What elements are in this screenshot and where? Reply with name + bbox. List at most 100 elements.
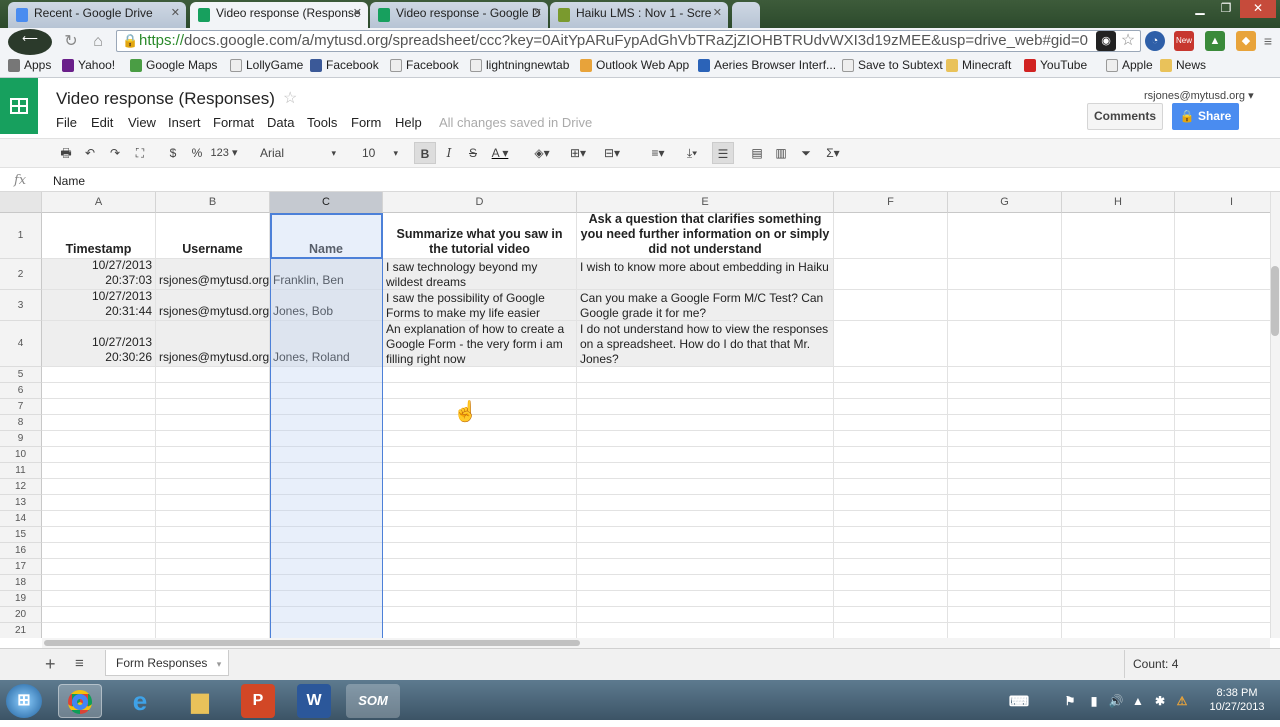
network-icon[interactable]: ▲ [1130, 684, 1146, 718]
empty-cell[interactable] [42, 543, 156, 559]
empty-cell[interactable] [42, 383, 156, 399]
row-header[interactable]: 19 [0, 591, 42, 607]
empty-cell[interactable] [270, 479, 383, 495]
empty-cell[interactable] [156, 495, 270, 511]
drive-extension-icon[interactable]: ▲ [1205, 31, 1225, 51]
bookmark-5[interactable]: Facebook [390, 58, 459, 72]
empty-cell[interactable] [156, 559, 270, 575]
add-sheet-icon[interactable]: + [45, 654, 56, 675]
empty-cell[interactable] [834, 367, 948, 383]
empty-cell[interactable] [270, 511, 383, 527]
empty-cell[interactable] [1062, 527, 1175, 543]
empty-cell[interactable] [834, 511, 948, 527]
empty-cell[interactable] [948, 591, 1062, 607]
strikethrough-button[interactable]: S [465, 144, 481, 162]
formula-input[interactable]: Name [53, 174, 85, 188]
empty-cell[interactable] [948, 527, 1062, 543]
empty-cell[interactable] [1175, 447, 1270, 463]
empty-cell[interactable] [1062, 367, 1175, 383]
insert-chart-icon[interactable]: ▥ [772, 144, 790, 162]
close-icon[interactable]: ✕ [713, 6, 722, 19]
empty-cell[interactable] [1062, 463, 1175, 479]
empty-cell[interactable] [1175, 543, 1270, 559]
empty-cell[interactable] [270, 431, 383, 447]
empty-cell[interactable] [1175, 399, 1270, 415]
empty-cell[interactable] [1175, 575, 1270, 591]
empty-cell[interactable] [383, 543, 577, 559]
menu-data[interactable]: Data [267, 115, 294, 130]
summary-cell[interactable]: I saw the possibility of Google Forms to… [383, 290, 577, 321]
column-header-f[interactable]: F [834, 192, 948, 213]
row-header[interactable]: 5 [0, 367, 42, 383]
extension-new-icon[interactable]: New [1174, 31, 1194, 51]
bookmark-2[interactable]: Google Maps [130, 58, 217, 72]
empty-cell[interactable] [1062, 511, 1175, 527]
row-header[interactable]: 12 [0, 479, 42, 495]
row-header[interactable]: 1 [0, 213, 42, 259]
bookmark-6[interactable]: lightningnewtab [470, 58, 569, 72]
empty-cell[interactable] [156, 479, 270, 495]
keyboard-icon[interactable]: ⌨ [1005, 684, 1033, 718]
empty-cell[interactable] [1175, 591, 1270, 607]
timestamp-cell[interactable]: 10/27/2013 20:31:44 [42, 290, 156, 321]
row-header[interactable]: 17 [0, 559, 42, 575]
empty-cell[interactable] [834, 591, 948, 607]
empty-cell[interactable] [270, 367, 383, 383]
bookmark-10[interactable]: Minecraft [946, 58, 1011, 72]
empty-cell[interactable] [383, 607, 577, 623]
empty-cell[interactable] [948, 415, 1062, 431]
spreadsheet-grid[interactable]: A B C D E F G H I 1 2 3 4 5 6 7 8 9 10 11 12 13 14 15 16 17 18 19 20… [0, 192, 1270, 638]
empty-cell[interactable] [383, 383, 577, 399]
battery-icon[interactable]: ▮ [1086, 684, 1102, 718]
timestamp-cell[interactable]: 10/27/2013 20:30:26 [42, 321, 156, 367]
system-clock[interactable]: 8:38 PM 10/27/2013 [1202, 686, 1272, 714]
reload-icon[interactable]: ↻ [60, 32, 82, 52]
row-header[interactable]: 3 [0, 290, 42, 321]
empty-cell[interactable] [1062, 575, 1175, 591]
row-header[interactable]: 6 [0, 383, 42, 399]
empty-cell[interactable] [834, 321, 948, 367]
column-header-h[interactable]: H [1062, 192, 1175, 213]
empty-cell[interactable] [1175, 213, 1270, 259]
column-header-e[interactable]: E [577, 192, 834, 213]
question-cell[interactable]: I do not understand how to view the resp… [577, 321, 834, 367]
empty-cell[interactable] [948, 213, 1062, 259]
empty-cell[interactable] [577, 495, 834, 511]
empty-cell[interactable] [42, 415, 156, 431]
empty-cell[interactable] [1062, 495, 1175, 511]
close-icon[interactable]: ✕ [533, 6, 542, 19]
empty-cell[interactable] [156, 399, 270, 415]
close-icon[interactable]: ✕ [353, 6, 362, 19]
browser-tab-2[interactable]: Video response (Response ✕ [190, 2, 368, 28]
bookmark-3[interactable]: LollyGame [230, 58, 303, 72]
empty-cell[interactable] [383, 591, 577, 607]
empty-cell[interactable] [577, 367, 834, 383]
menu-format[interactable]: Format [213, 115, 254, 130]
new-tab-button[interactable] [732, 2, 760, 28]
header-cell[interactable]: Summarize what you saw in the tutorial v… [383, 213, 577, 259]
row-header[interactable]: 14 [0, 511, 42, 527]
username-cell[interactable]: rsjones@mytusd.org [156, 321, 270, 367]
empty-cell[interactable] [834, 559, 948, 575]
empty-cell[interactable] [577, 383, 834, 399]
empty-cell[interactable] [834, 431, 948, 447]
empty-cell[interactable] [1175, 479, 1270, 495]
empty-cell[interactable] [270, 463, 383, 479]
empty-cell[interactable] [834, 479, 948, 495]
empty-cell[interactable] [834, 575, 948, 591]
empty-cell[interactable] [383, 575, 577, 591]
empty-cell[interactable] [1062, 399, 1175, 415]
horizontal-scroll-thumb[interactable] [44, 640, 580, 646]
empty-cell[interactable] [42, 575, 156, 591]
empty-cell[interactable] [1175, 607, 1270, 623]
row-header[interactable]: 8 [0, 415, 42, 431]
empty-cell[interactable] [1175, 290, 1270, 321]
column-header-g[interactable]: G [948, 192, 1062, 213]
empty-cell[interactable] [577, 479, 834, 495]
empty-cell[interactable] [42, 559, 156, 575]
empty-cell[interactable] [1175, 511, 1270, 527]
empty-cell[interactable] [1062, 591, 1175, 607]
empty-cell[interactable] [270, 591, 383, 607]
bookmark-11[interactable]: YouTube [1024, 58, 1087, 72]
row-header[interactable]: 4 [0, 321, 42, 367]
